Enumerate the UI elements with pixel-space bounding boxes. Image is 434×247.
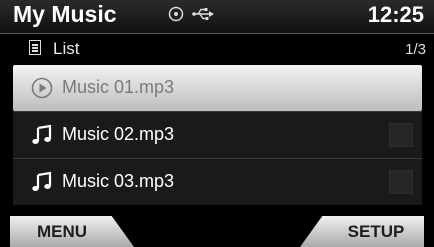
track-label: Music 02.mp3 [62, 124, 175, 144]
list-label: List [53, 39, 80, 58]
track-row-2[interactable]: Music 02.mp3 [13, 112, 422, 158]
page-title: My Music [13, 1, 117, 27]
usb-icon [192, 7, 214, 26]
setup-button[interactable]: SETUP [300, 216, 424, 247]
menu-button[interactable]: MENU [10, 216, 134, 247]
track-checkbox[interactable] [389, 123, 413, 147]
softkey-bar: MENU SETUP [0, 210, 434, 247]
track-row-3[interactable]: Music 03.mp3 [13, 159, 422, 205]
track-label: Music 01.mp3 [62, 77, 175, 97]
header-bar: My Music 12:25 [0, 0, 434, 34]
music-note-icon [31, 171, 53, 193]
play-circle-icon [31, 77, 53, 99]
list-icon [29, 40, 41, 55]
music-screen: My Music 12:25 List 1/3 Music 01.mp3 Mus… [0, 0, 434, 247]
track-label: Music 03.mp3 [62, 171, 175, 191]
music-note-icon [31, 124, 53, 146]
list-header: List 1/3 [0, 34, 434, 63]
disc-icon [168, 6, 184, 27]
track-checkbox[interactable] [389, 170, 413, 194]
page-indicator: 1/3 [405, 41, 426, 58]
track-row-1[interactable]: Music 01.mp3 [13, 65, 422, 111]
clock: 12:25 [367, 2, 424, 27]
status-icons [168, 6, 214, 26]
